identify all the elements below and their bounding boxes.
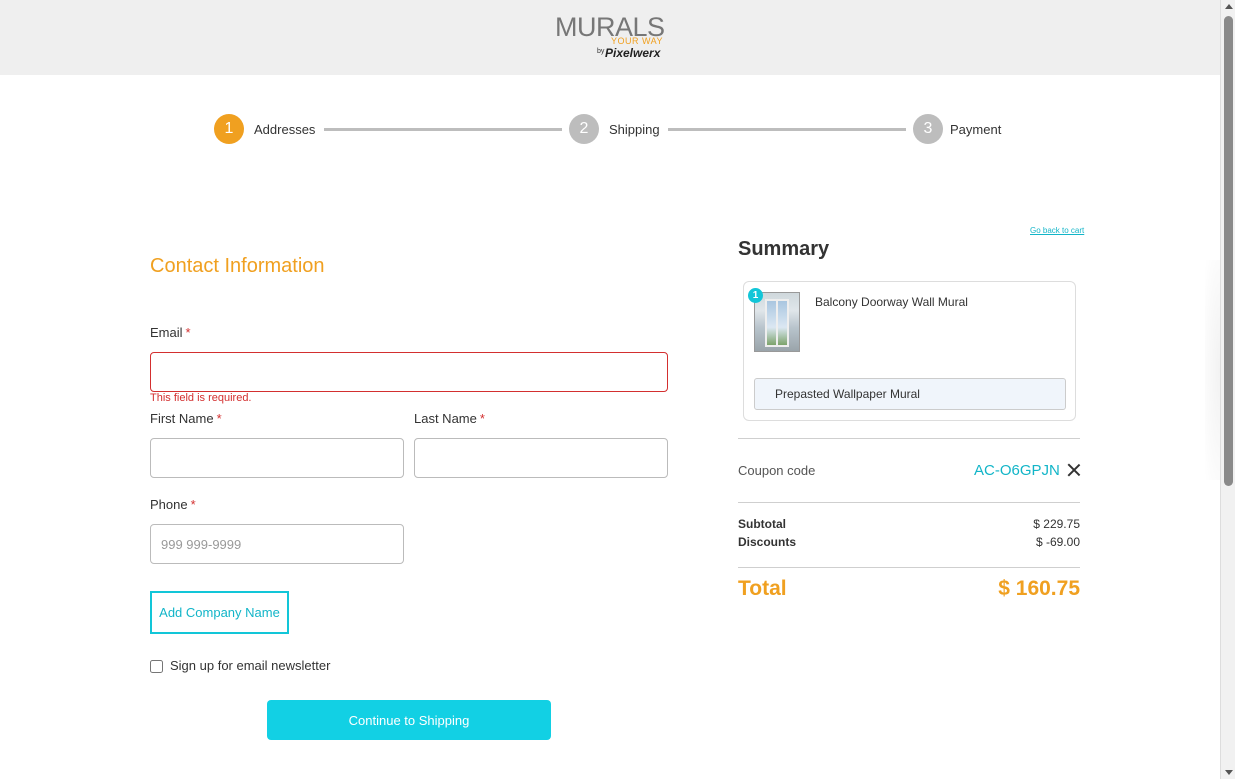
newsletter-checkbox[interactable]: [150, 660, 163, 673]
logo-by: by: [597, 48, 605, 55]
product-variant: Prepasted Wallpaper Mural: [754, 378, 1066, 410]
quantity-badge: 1: [748, 288, 763, 303]
total-label: Total: [738, 577, 787, 600]
site-header: MURALS YOUR WAY by Pixelwerx: [0, 0, 1220, 75]
required-mark: *: [185, 325, 191, 340]
step-1-label: Addresses: [254, 122, 316, 137]
scroll-down-arrow-icon[interactable]: [1224, 770, 1233, 775]
page-scrollbar[interactable]: [1220, 0, 1235, 779]
step-3-label: Payment: [950, 122, 1002, 137]
first-name-label-text: First Name: [150, 411, 214, 426]
add-company-name-button[interactable]: Add Company Name: [150, 591, 289, 634]
cart-item-card: 1 Balcony Doorway Wall Mural Prepasted W…: [743, 281, 1076, 421]
last-name-label-text: Last Name: [414, 411, 477, 426]
murals-your-way-logo[interactable]: MURALS YOUR WAY by Pixelwerx: [555, 12, 667, 64]
summary-divider-3: [738, 567, 1080, 568]
continue-to-shipping-button[interactable]: Continue to Shipping: [267, 700, 551, 740]
go-back-to-cart-link[interactable]: Go back to cart: [1030, 226, 1084, 235]
subtotal-label: Subtotal: [738, 517, 786, 531]
step-2-label: Shipping: [609, 122, 660, 137]
step-2-circle: 2: [569, 114, 599, 144]
required-mark: *: [190, 497, 196, 512]
last-name-label: Last Name *: [414, 411, 485, 426]
first-name-field[interactable]: [150, 438, 404, 478]
email-label: Email *: [150, 325, 191, 340]
step-3-circle: 3: [913, 114, 943, 144]
required-mark: *: [479, 411, 485, 426]
required-mark: *: [216, 411, 222, 426]
summary-divider-1: [738, 438, 1080, 439]
email-label-text: Email: [150, 325, 183, 340]
product-name: Balcony Doorway Wall Mural: [815, 295, 968, 309]
email-field[interactable]: [150, 352, 668, 392]
phone-label: Phone *: [150, 497, 196, 512]
discounts-label: Discounts: [738, 535, 797, 549]
first-name-label: First Name *: [150, 411, 222, 426]
discounts-value: $ -69.00: [1035, 535, 1080, 549]
scroll-up-arrow-icon[interactable]: [1224, 4, 1233, 9]
step-connector-1: [324, 128, 562, 131]
side-panel-shadow: [1205, 260, 1220, 480]
logo-company: Pixelwerx: [605, 46, 661, 60]
applied-coupon-code: AC-O6GPJN: [974, 462, 1060, 479]
logo-tagline: YOUR WAY: [610, 36, 663, 46]
phone-label-text: Phone: [150, 497, 188, 512]
subtotal-value: $ 229.75: [1033, 517, 1080, 531]
total-value: $ 160.75: [998, 577, 1080, 600]
newsletter-label: Sign up for email newsletter: [170, 658, 331, 673]
phone-field[interactable]: [150, 524, 404, 564]
summary-divider-2: [738, 502, 1080, 503]
summary-title: Summary: [738, 238, 830, 260]
step-1-circle: 1: [214, 114, 244, 144]
checkout-progress: 1 Addresses 2 Shipping 3 Payment: [214, 114, 1014, 146]
door-frame-divider: [776, 299, 778, 347]
scroll-thumb[interactable]: [1224, 16, 1233, 486]
last-name-field[interactable]: [414, 438, 668, 478]
contact-information-title: Contact Information: [150, 255, 325, 277]
email-error-message: This field is required.: [150, 392, 252, 404]
remove-coupon-close-icon[interactable]: [1067, 463, 1081, 477]
product-thumbnail[interactable]: [754, 292, 800, 352]
coupon-code-label: Coupon code: [738, 463, 816, 478]
step-connector-2: [668, 128, 906, 131]
